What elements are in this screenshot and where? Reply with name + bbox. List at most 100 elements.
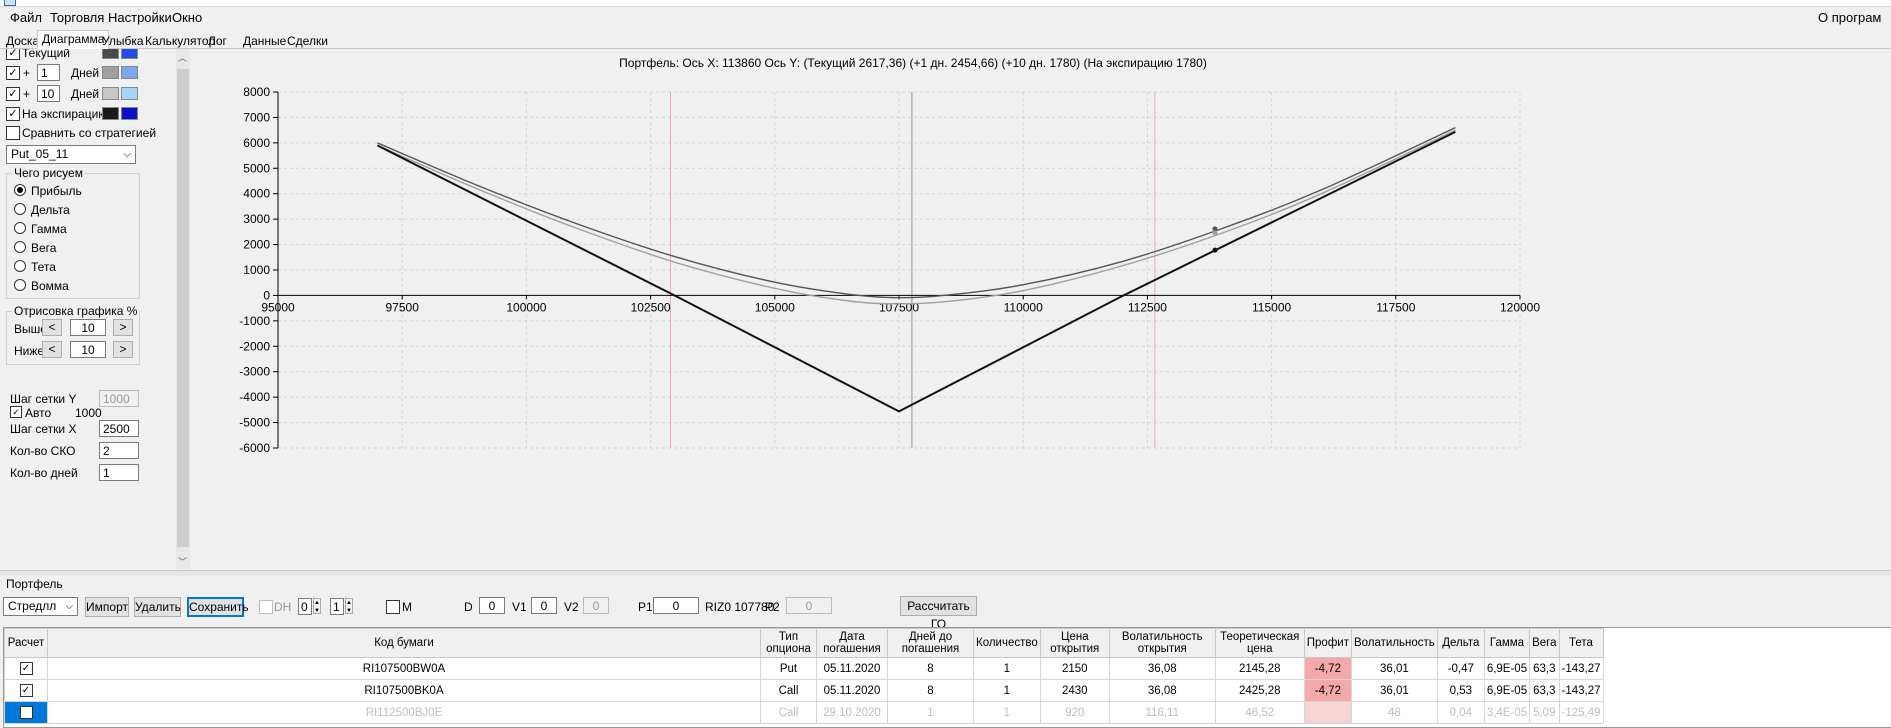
auto-checkbox[interactable]: ✓ xyxy=(10,406,22,418)
row-open[interactable]: 2150 xyxy=(1039,657,1110,680)
calc-go-button[interactable]: Рассчитать ГО xyxy=(900,596,977,631)
menu-window[interactable]: Окно xyxy=(172,10,202,25)
col-code[interactable]: Код бумаги xyxy=(47,628,761,658)
plus10-checkbox[interactable]: ✓ xyxy=(6,87,20,101)
p1-input[interactable]: 0 xyxy=(653,597,699,614)
table-row[interactable]: ✓ RI107500BK0A Call 05.11.2020 8 1 2430 … xyxy=(4,679,1604,702)
row-type: Call xyxy=(760,679,817,702)
m-checkbox[interactable] xyxy=(386,600,400,614)
row-calc-cell[interactable]: ✓ xyxy=(4,657,48,680)
panel-splitter[interactable] xyxy=(0,570,1891,576)
col-type[interactable]: Тип опциона xyxy=(760,628,817,658)
v2-input[interactable]: 0 xyxy=(583,597,609,614)
plus10-color-1[interactable] xyxy=(102,87,119,100)
expiry-checkbox[interactable]: ✓ xyxy=(6,107,20,121)
plus10-days-input[interactable]: 10 xyxy=(37,85,60,102)
compare-checkbox[interactable] xyxy=(6,126,20,140)
col-date[interactable]: Дата погашения xyxy=(816,628,888,658)
row-calc-checkbox[interactable]: ✓ xyxy=(19,662,33,675)
tab-log[interactable]: Лог xyxy=(203,32,232,50)
menu-about[interactable]: О програм xyxy=(1818,10,1881,25)
row-qty[interactable]: 1 xyxy=(973,657,1041,680)
menu-settings[interactable]: Настройки xyxy=(108,10,172,25)
p2-input[interactable]: 0 xyxy=(786,597,832,614)
v1-input[interactable]: 0 xyxy=(531,597,557,614)
sko-label: Кол-во СКО xyxy=(10,444,76,458)
col-theo-price[interactable]: Теоретическая цена xyxy=(1214,628,1305,658)
col-vega[interactable]: Вега xyxy=(1529,628,1560,658)
d-input[interactable]: 0 xyxy=(479,597,505,614)
settings-scrollbar[interactable]: ︿ ﹀ xyxy=(176,49,190,569)
plus1-days-input[interactable]: 1 xyxy=(37,64,60,81)
col-vol[interactable]: Волатильность xyxy=(1350,628,1438,658)
row-qty[interactable]: 1 xyxy=(973,701,1041,724)
payoff-chart[interactable]: Портфель: Ось X: 113860 Ось Y: (Текущий … xyxy=(191,49,1891,569)
expiry-color-1[interactable] xyxy=(102,107,119,120)
scroll-down-icon[interactable]: ﹀ xyxy=(178,555,187,568)
sko-input[interactable]: 2 xyxy=(99,442,139,459)
dh-input-2[interactable]: 1 xyxy=(330,598,344,615)
x-tick-label: 110000 xyxy=(1004,300,1043,314)
strategy-select[interactable]: Put_05_11 ⌵ xyxy=(6,145,136,164)
col-days[interactable]: Дней до погашения xyxy=(887,628,974,658)
col-qty[interactable]: Количество xyxy=(973,628,1041,658)
days-count-input[interactable]: 1 xyxy=(99,464,139,481)
row-calc-cell[interactable] xyxy=(4,701,48,724)
save-button[interactable]: Сохранить xyxy=(187,597,249,617)
radio-profit[interactable] xyxy=(14,184,26,196)
row-open[interactable]: 920 xyxy=(1039,701,1110,724)
plus1-checkbox[interactable]: ✓ xyxy=(6,66,20,80)
col-open-price[interactable]: Цена открытия xyxy=(1039,628,1110,658)
plus1-color-1[interactable] xyxy=(102,66,119,79)
radio-vomma[interactable] xyxy=(14,279,26,291)
below-increase-button[interactable]: > xyxy=(113,341,133,358)
col-theta[interactable]: Тета xyxy=(1558,628,1604,658)
row-calc-checkbox[interactable] xyxy=(19,706,33,719)
delete-button[interactable]: Удалить xyxy=(134,597,181,617)
col-calc[interactable]: Расчет xyxy=(4,628,48,658)
plus1-sign: + xyxy=(23,66,31,80)
table-row[interactable]: RI112500BJ0E Call 29.10.2020 1 1 920 116… xyxy=(4,701,1604,724)
dh-checkbox[interactable] xyxy=(259,600,273,614)
above-input[interactable]: 10 xyxy=(70,319,106,336)
current-checkbox[interactable]: ✓ xyxy=(6,49,20,60)
y-tick-label: 4000 xyxy=(243,187,270,201)
col-delta[interactable]: Дельта xyxy=(1436,628,1485,658)
below-decrease-button[interactable]: < xyxy=(42,341,62,358)
above-increase-button[interactable]: > xyxy=(113,319,133,336)
scroll-thumb[interactable] xyxy=(177,69,189,547)
col-gamma[interactable]: Гамма xyxy=(1483,628,1531,658)
grid-y-input[interactable]: 1000 xyxy=(99,390,139,407)
dh-spin-1[interactable]: ▲ ▼ xyxy=(313,598,321,614)
current-color-2[interactable] xyxy=(121,49,138,59)
menu-file[interactable]: Файл xyxy=(10,10,42,25)
dh-spin-2[interactable]: ▲ ▼ xyxy=(345,598,353,614)
portfolio-select[interactable]: Стредлл ⌵ xyxy=(3,597,78,616)
x-tick-label: 97500 xyxy=(386,300,420,314)
radio-theta[interactable] xyxy=(14,260,26,272)
row-qty[interactable]: 1 xyxy=(973,679,1041,702)
col-open-vol[interactable]: Волатильность открытия xyxy=(1108,628,1216,658)
table-row[interactable]: ✓ RI107500BW0A Put 05.11.2020 8 1 2150 3… xyxy=(4,657,1604,680)
days-count-label: Кол-во дней xyxy=(10,466,78,480)
row-calc-checkbox[interactable]: ✓ xyxy=(19,684,33,697)
radio-vega[interactable] xyxy=(14,241,26,253)
dh-input-1[interactable]: 0 xyxy=(298,598,312,615)
menu-trading[interactable]: Торговля xyxy=(50,10,104,25)
expiry-color-2[interactable] xyxy=(121,107,138,120)
radio-gamma[interactable] xyxy=(14,222,26,234)
col-profit[interactable]: Профит xyxy=(1303,628,1352,658)
plus10-color-2[interactable] xyxy=(121,87,138,100)
row-calc-cell[interactable]: ✓ xyxy=(4,679,48,702)
x-tick-label: 117500 xyxy=(1376,300,1415,314)
below-input[interactable]: 10 xyxy=(70,341,106,358)
above-decrease-button[interactable]: < xyxy=(42,319,62,336)
grid-x-input[interactable]: 2500 xyxy=(99,420,139,437)
radio-delta[interactable] xyxy=(14,203,26,215)
plus1-color-2[interactable] xyxy=(121,66,138,79)
scroll-up-icon[interactable]: ︿ xyxy=(178,51,187,64)
row-open[interactable]: 2430 xyxy=(1039,679,1110,702)
current-color-1[interactable] xyxy=(102,49,119,59)
import-button[interactable]: Импорт xyxy=(85,597,129,617)
tab-deals[interactable]: Сделки xyxy=(282,32,333,50)
